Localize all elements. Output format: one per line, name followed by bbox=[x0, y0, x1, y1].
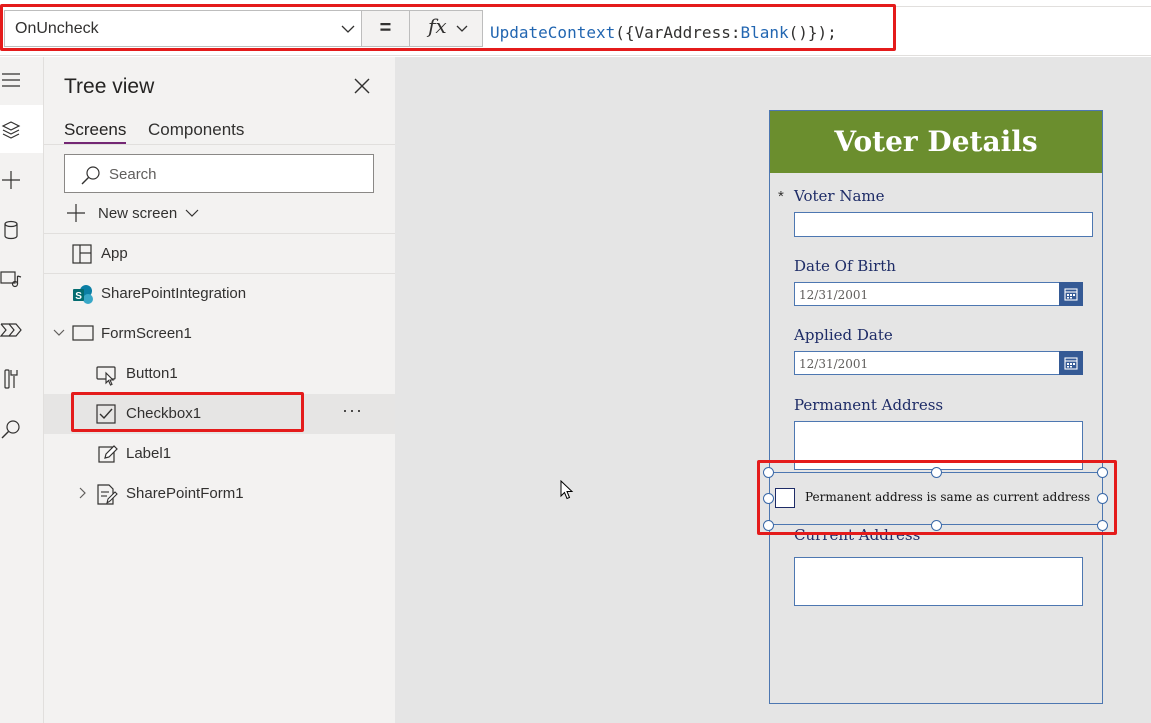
tree-view-pane: Tree view Screens Components New screen … bbox=[44, 57, 395, 723]
hamburger-icon bbox=[2, 73, 20, 87]
plus-icon bbox=[67, 204, 85, 222]
tools-icon bbox=[4, 369, 18, 389]
chevron-down-icon bbox=[185, 209, 199, 217]
form-header: Voter Details bbox=[770, 111, 1102, 173]
applied-date-picker[interactable]: 12/31/2001 bbox=[794, 351, 1083, 375]
rail-item-media[interactable] bbox=[0, 256, 43, 304]
rail-item-menu[interactable] bbox=[0, 57, 43, 105]
rail-item-tree-view[interactable] bbox=[0, 105, 43, 153]
more-options-icon[interactable]: ··· bbox=[342, 400, 363, 421]
tree-node-label: FormScreen1 bbox=[101, 325, 192, 342]
formula-highlight-annotation bbox=[0, 4, 896, 51]
tree-node-sharepointform1[interactable]: SharePointForm1 bbox=[44, 474, 395, 514]
voter-name-label: Voter Name bbox=[794, 187, 885, 205]
pane-title: Tree view bbox=[64, 75, 155, 98]
sharepoint-icon: S bbox=[73, 285, 93, 304]
design-canvas[interactable]: Voter Details * Voter Name Date Of Birth… bbox=[395, 57, 1151, 723]
checkbox-node-highlight-annotation bbox=[71, 392, 304, 432]
tree-node-label: SharePointIntegration bbox=[101, 285, 247, 302]
new-screen-label: New screen bbox=[98, 205, 178, 222]
tree-node-label: SharePointForm1 bbox=[126, 485, 244, 502]
close-icon[interactable] bbox=[353, 77, 371, 95]
checkbox-highlight-annotation bbox=[757, 460, 1117, 535]
calendar-icon bbox=[1064, 288, 1078, 301]
date-of-birth-label: Date Of Birth bbox=[794, 257, 896, 275]
tree-node-label: Button1 bbox=[126, 365, 178, 382]
calendar-button[interactable] bbox=[1059, 351, 1083, 375]
power-apps-studio: OnUncheck = fx UpdateContext({VarAddress… bbox=[0, 0, 1151, 723]
button-control-icon bbox=[96, 366, 116, 386]
tree-node-sharepoint-integration[interactable]: S SharePointIntegration bbox=[44, 274, 395, 314]
label-control-icon bbox=[98, 445, 118, 463]
calendar-button[interactable] bbox=[1059, 282, 1083, 306]
screen-icon bbox=[72, 325, 94, 341]
tree-node-label: Label1 bbox=[126, 445, 172, 462]
chevron-right-icon[interactable] bbox=[78, 487, 88, 499]
svg-text:S: S bbox=[75, 291, 82, 302]
chevron-down-icon[interactable] bbox=[53, 328, 65, 338]
tab-screens[interactable]: Screens bbox=[64, 120, 126, 140]
app-icon bbox=[72, 244, 92, 264]
power-automate-icon bbox=[0, 323, 22, 337]
sharepoint-form[interactable]: Voter Details * Voter Name Date Of Birth… bbox=[763, 110, 1108, 704]
applied-date-label: Applied Date bbox=[794, 326, 893, 344]
tree-node-formscreen1[interactable]: FormScreen1 bbox=[44, 314, 395, 354]
plus-icon bbox=[2, 171, 20, 189]
applied-date-value: 12/31/2001 bbox=[799, 357, 869, 371]
rail-item-data[interactable] bbox=[0, 207, 43, 255]
calendar-icon bbox=[1064, 357, 1078, 370]
formula-bar: OnUncheck = fx UpdateContext({VarAddress… bbox=[0, 0, 1151, 56]
form-control-icon bbox=[97, 484, 118, 505]
tree-node-app[interactable]: App bbox=[44, 234, 395, 274]
database-icon bbox=[4, 220, 18, 240]
current-address-input[interactable] bbox=[794, 557, 1083, 606]
rail-item-search[interactable] bbox=[0, 406, 43, 454]
tree-node-label1[interactable]: Label1 bbox=[44, 434, 395, 474]
tree-node-label: App bbox=[101, 245, 128, 262]
rail-item-insert[interactable] bbox=[0, 157, 43, 205]
search-icon bbox=[1, 420, 20, 439]
rail-item-power-automate[interactable] bbox=[0, 306, 43, 354]
left-rail bbox=[0, 57, 44, 723]
mouse-cursor-icon bbox=[560, 480, 574, 500]
form-title: Voter Details bbox=[834, 125, 1038, 158]
tab-divider bbox=[44, 144, 395, 145]
required-marker: * bbox=[778, 188, 784, 205]
layers-icon bbox=[1, 121, 21, 139]
tree-search-box[interactable] bbox=[64, 154, 374, 193]
media-icon bbox=[0, 271, 22, 288]
permanent-address-label: Permanent Address bbox=[794, 396, 944, 414]
search-icon bbox=[81, 166, 100, 185]
voter-name-input[interactable] bbox=[794, 212, 1093, 237]
date-of-birth-value: 12/31/2001 bbox=[799, 288, 869, 302]
date-of-birth-picker[interactable]: 12/31/2001 bbox=[794, 282, 1083, 306]
tree-node-button1[interactable]: Button1 bbox=[44, 354, 395, 394]
rail-item-advanced-tools[interactable] bbox=[0, 356, 43, 404]
tab-components[interactable]: Components bbox=[148, 120, 244, 140]
search-input[interactable] bbox=[109, 163, 359, 185]
